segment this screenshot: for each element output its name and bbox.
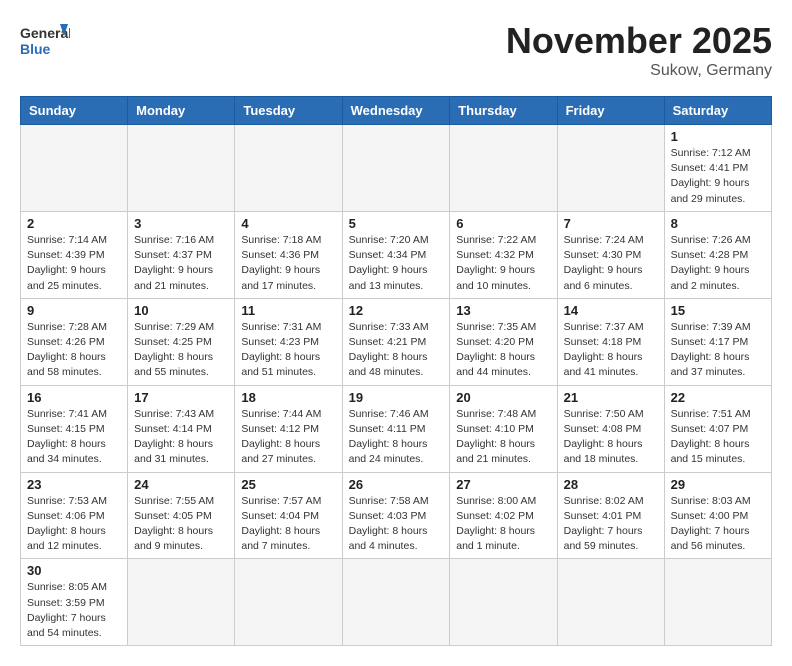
svg-text:Blue: Blue bbox=[20, 41, 51, 57]
day-29: 29 Sunrise: 8:03 AMSunset: 4:00 PMDaylig… bbox=[664, 472, 771, 559]
location: Sukow, Germany bbox=[506, 62, 772, 80]
col-wednesday: Wednesday bbox=[342, 97, 450, 125]
day-13: 13 Sunrise: 7:35 AMSunset: 4:20 PMDaylig… bbox=[450, 298, 557, 385]
title-block: November 2025 Sukow, Germany bbox=[506, 20, 772, 80]
day-empty-3 bbox=[235, 125, 342, 212]
day-23: 23 Sunrise: 7:53 AMSunset: 4:06 PMDaylig… bbox=[21, 472, 128, 559]
month-year: November 2025 bbox=[506, 20, 772, 62]
day-4: 4 Sunrise: 7:18 AMSunset: 4:36 PMDayligh… bbox=[235, 211, 342, 298]
day-18: 18 Sunrise: 7:44 AMSunset: 4:12 PMDaylig… bbox=[235, 385, 342, 472]
day-6: 6 Sunrise: 7:22 AMSunset: 4:32 PMDayligh… bbox=[450, 211, 557, 298]
day-22: 22 Sunrise: 7:51 AMSunset: 4:07 PMDaylig… bbox=[664, 385, 771, 472]
calendar-table: Sunday Monday Tuesday Wednesday Thursday… bbox=[20, 96, 772, 646]
day-8: 8 Sunrise: 7:26 AMSunset: 4:28 PMDayligh… bbox=[664, 211, 771, 298]
col-friday: Friday bbox=[557, 97, 664, 125]
day-30: 30 Sunrise: 8:05 AMSunset: 3:59 PMDaylig… bbox=[21, 559, 128, 646]
day-11: 11 Sunrise: 7:31 AMSunset: 4:23 PMDaylig… bbox=[235, 298, 342, 385]
day-5: 5 Sunrise: 7:20 AMSunset: 4:34 PMDayligh… bbox=[342, 211, 450, 298]
day-empty-r6-6 bbox=[557, 559, 664, 646]
day-24: 24 Sunrise: 7:55 AMSunset: 4:05 PMDaylig… bbox=[128, 472, 235, 559]
page-header: General Blue November 2025 Sukow, German… bbox=[20, 20, 772, 80]
day-empty-r6-3 bbox=[235, 559, 342, 646]
day-20: 20 Sunrise: 7:48 AMSunset: 4:10 PMDaylig… bbox=[450, 385, 557, 472]
col-monday: Monday bbox=[128, 97, 235, 125]
col-tuesday: Tuesday bbox=[235, 97, 342, 125]
col-thursday: Thursday bbox=[450, 97, 557, 125]
daylight-1: Daylight: 9 hours and 29 minutes. bbox=[671, 177, 750, 204]
day-9: 9 Sunrise: 7:28 AMSunset: 4:26 PMDayligh… bbox=[21, 298, 128, 385]
calendar-row-2: 2 Sunrise: 7:14 AMSunset: 4:39 PMDayligh… bbox=[21, 211, 772, 298]
col-saturday: Saturday bbox=[664, 97, 771, 125]
day-14: 14 Sunrise: 7:37 AMSunset: 4:18 PMDaylig… bbox=[557, 298, 664, 385]
day-empty-4 bbox=[342, 125, 450, 212]
calendar-row-6: 30 Sunrise: 8:05 AMSunset: 3:59 PMDaylig… bbox=[21, 559, 772, 646]
day-empty-r6-7 bbox=[664, 559, 771, 646]
day-empty-2 bbox=[128, 125, 235, 212]
sunset-1: Sunset: 4:41 PM bbox=[671, 162, 749, 174]
day-28: 28 Sunrise: 8:02 AMSunset: 4:01 PMDaylig… bbox=[557, 472, 664, 559]
day-empty-r6-5 bbox=[450, 559, 557, 646]
day-2: 2 Sunrise: 7:14 AMSunset: 4:39 PMDayligh… bbox=[21, 211, 128, 298]
calendar-row-1: 1 Sunrise: 7:12 AM Sunset: 4:41 PM Dayli… bbox=[21, 125, 772, 212]
calendar-row-5: 23 Sunrise: 7:53 AMSunset: 4:06 PMDaylig… bbox=[21, 472, 772, 559]
calendar-row-4: 16 Sunrise: 7:41 AMSunset: 4:15 PMDaylig… bbox=[21, 385, 772, 472]
day-15: 15 Sunrise: 7:39 AMSunset: 4:17 PMDaylig… bbox=[664, 298, 771, 385]
day-empty-1 bbox=[21, 125, 128, 212]
logo-svg: General Blue bbox=[20, 20, 70, 64]
col-sunday: Sunday bbox=[21, 97, 128, 125]
day-10: 10 Sunrise: 7:29 AMSunset: 4:25 PMDaylig… bbox=[128, 298, 235, 385]
day-3: 3 Sunrise: 7:16 AMSunset: 4:37 PMDayligh… bbox=[128, 211, 235, 298]
day-17: 17 Sunrise: 7:43 AMSunset: 4:14 PMDaylig… bbox=[128, 385, 235, 472]
day-21: 21 Sunrise: 7:50 AMSunset: 4:08 PMDaylig… bbox=[557, 385, 664, 472]
day-7: 7 Sunrise: 7:24 AMSunset: 4:30 PMDayligh… bbox=[557, 211, 664, 298]
day-27: 27 Sunrise: 8:00 AMSunset: 4:02 PMDaylig… bbox=[450, 472, 557, 559]
day-empty-r6-4 bbox=[342, 559, 450, 646]
day-26: 26 Sunrise: 7:58 AMSunset: 4:03 PMDaylig… bbox=[342, 472, 450, 559]
day-25: 25 Sunrise: 7:57 AMSunset: 4:04 PMDaylig… bbox=[235, 472, 342, 559]
calendar-row-3: 9 Sunrise: 7:28 AMSunset: 4:26 PMDayligh… bbox=[21, 298, 772, 385]
day-19: 19 Sunrise: 7:46 AMSunset: 4:11 PMDaylig… bbox=[342, 385, 450, 472]
logo: General Blue bbox=[20, 20, 70, 64]
day-empty-r6-2 bbox=[128, 559, 235, 646]
day-empty-6 bbox=[557, 125, 664, 212]
day-16: 16 Sunrise: 7:41 AMSunset: 4:15 PMDaylig… bbox=[21, 385, 128, 472]
day-1: 1 Sunrise: 7:12 AM Sunset: 4:41 PM Dayli… bbox=[664, 125, 771, 212]
day-empty-5 bbox=[450, 125, 557, 212]
day-12: 12 Sunrise: 7:33 AMSunset: 4:21 PMDaylig… bbox=[342, 298, 450, 385]
sunrise-1: Sunrise: 7:12 AM bbox=[671, 147, 751, 159]
